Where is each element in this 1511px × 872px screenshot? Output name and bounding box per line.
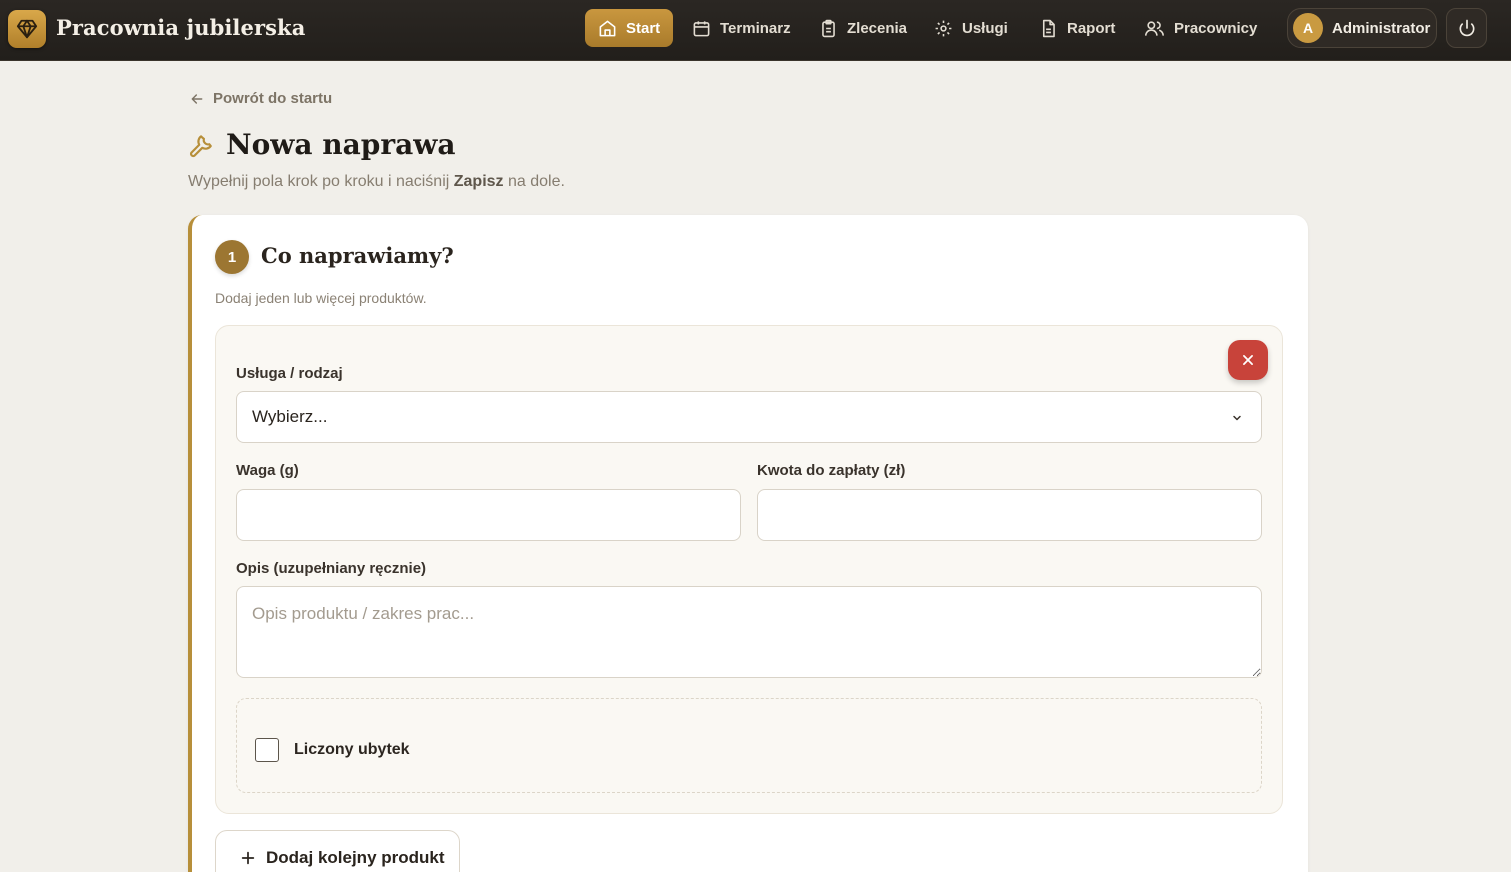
nav-start-label: Start: [626, 19, 661, 37]
chevron-down-icon: [1233, 415, 1241, 421]
service-select-value: Wybierz...: [252, 407, 328, 426]
wrench-icon: [189, 134, 212, 157]
step-title: Co naprawiamy?: [261, 243, 454, 268]
nav-raport[interactable]: Raport: [1026, 9, 1128, 47]
weight-label: Waga (g): [236, 462, 299, 479]
document-icon: [1042, 19, 1055, 37]
top-navbar: Pracownia jubilerska Start Terminarz Zle…: [0, 0, 1511, 61]
nav-pracownicy-label: Pracownicy: [1174, 19, 1258, 37]
home-icon: [599, 20, 616, 36]
subtitle-bold: Zapisz: [453, 173, 504, 190]
avatar: A: [1293, 13, 1323, 43]
nav-terminarz[interactable]: Terminarz: [679, 9, 804, 47]
user-name: Administrator: [1332, 19, 1431, 37]
description-label: Opis (uzupełniany ręcznie): [236, 560, 427, 577]
step-number-badge: 1: [215, 240, 249, 274]
back-link[interactable]: Powrót do startu: [189, 90, 332, 107]
amount-input[interactable]: [757, 489, 1262, 541]
subtitle-text-post: na dole.: [503, 173, 565, 190]
description-textarea[interactable]: [236, 586, 1262, 678]
calendar-icon: [693, 20, 710, 36]
nav-zlecenia[interactable]: Zlecenia: [806, 9, 920, 47]
users-icon: [1145, 20, 1164, 36]
clipboard-icon: [822, 19, 835, 37]
user-menu[interactable]: A Administrator: [1287, 8, 1437, 48]
add-product-label: Dodaj kolejny produkt: [266, 848, 445, 867]
plus-icon: [241, 851, 255, 865]
app-title: Pracownia jubilerska: [56, 15, 306, 40]
subtitle-text-pre: Wypełnij pola krok po kroku i naciśnij: [188, 173, 454, 190]
page-subtitle: Wypełnij pola krok po kroku i naciśnij Z…: [188, 173, 565, 191]
service-label: Usługa / rodzaj: [236, 365, 343, 382]
nav-raport-label: Raport: [1067, 19, 1116, 37]
page-title: Nowa naprawa: [226, 128, 456, 161]
diamond-logo-icon[interactable]: [8, 10, 46, 48]
add-product-button[interactable]: Dodaj kolejny produkt: [215, 830, 460, 872]
nav-uslugi-label: Usługi: [962, 19, 1008, 37]
power-icon: [1459, 19, 1474, 37]
amount-label: Kwota do zapłaty (zł): [757, 462, 906, 479]
nav-zlecenia-label: Zlecenia: [847, 19, 908, 37]
nav-start[interactable]: Start: [585, 9, 674, 47]
gear-icon: [935, 20, 952, 36]
back-link-label: Powrót do startu: [213, 90, 333, 107]
page-title-row: Nowa naprawa: [188, 128, 455, 161]
loss-checkbox-label[interactable]: Liczony ubytek: [294, 741, 410, 759]
close-icon: [1243, 355, 1253, 365]
nav-uslugi[interactable]: Usługi: [921, 9, 1021, 47]
nav-pracownicy[interactable]: Pracownicy: [1131, 9, 1270, 47]
nav-terminarz-label: Terminarz: [720, 19, 791, 37]
weight-input[interactable]: [236, 489, 741, 541]
step-description: Dodaj jeden lub więcej produktów.: [215, 290, 427, 306]
arrow-left-icon: [191, 93, 203, 104]
remove-product-button[interactable]: [1228, 340, 1268, 380]
service-select[interactable]: Wybierz...: [236, 391, 1262, 443]
loss-checkbox[interactable]: [255, 738, 279, 762]
logout-button[interactable]: [1446, 8, 1487, 48]
